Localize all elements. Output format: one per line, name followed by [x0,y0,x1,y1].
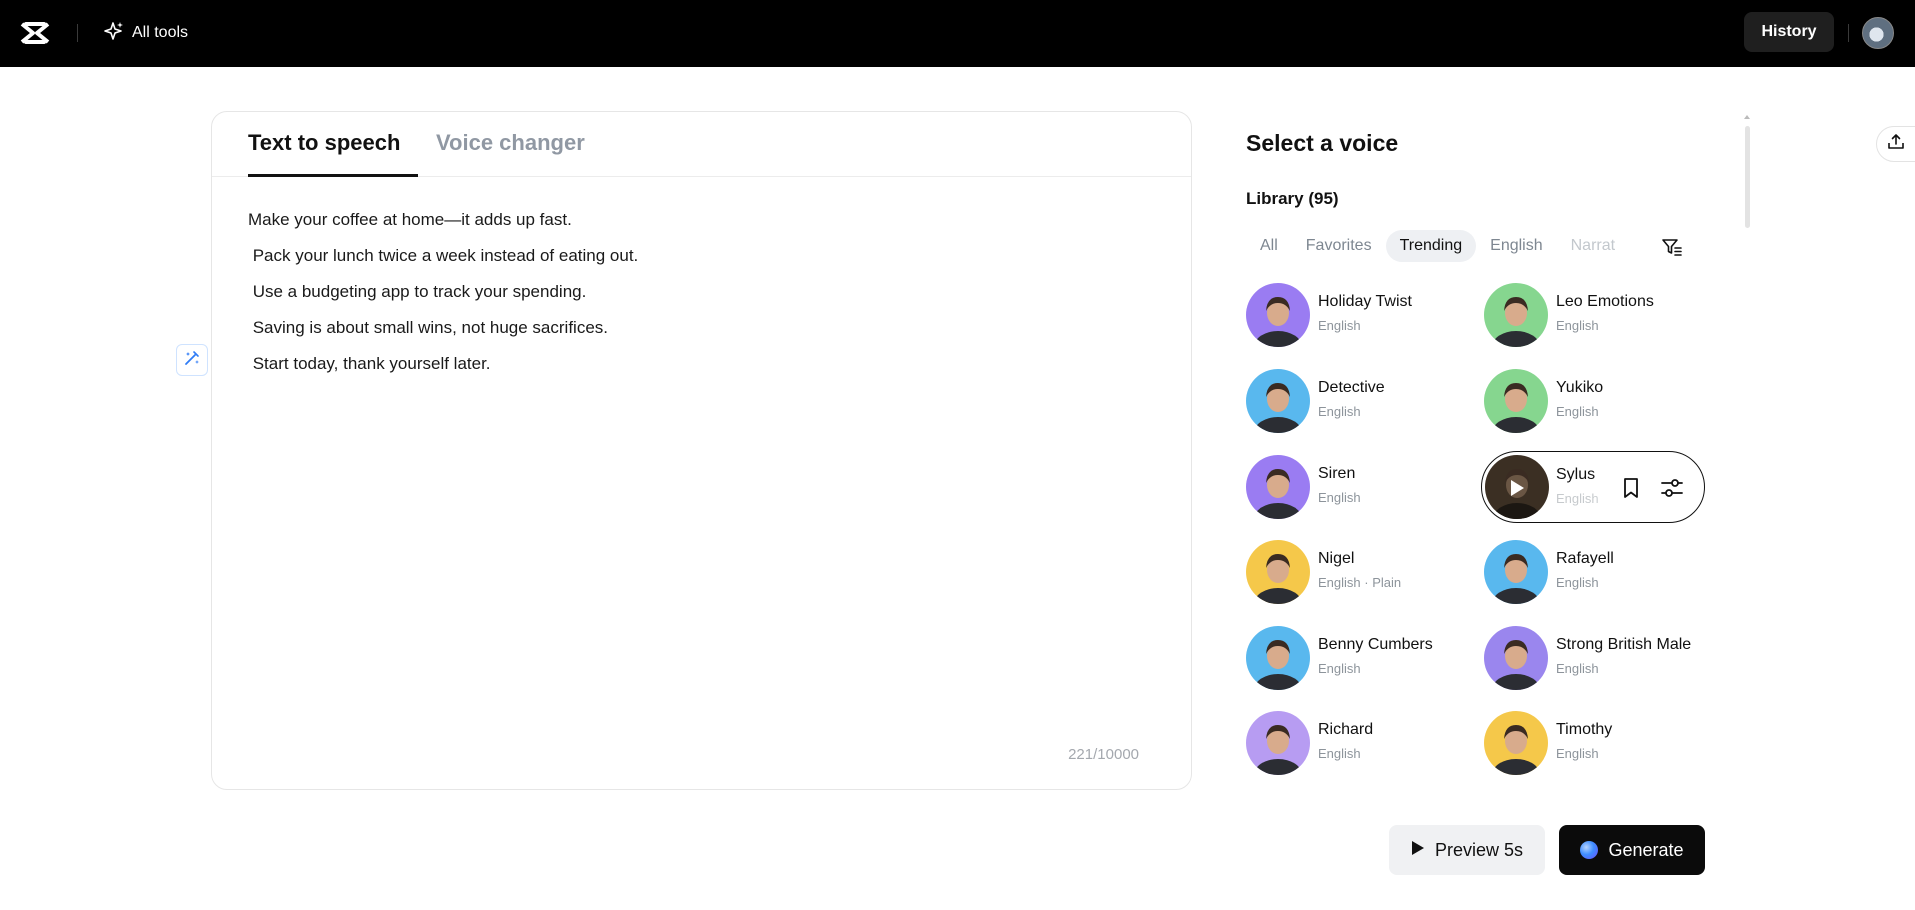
voice-card[interactable]: Yukiko English [1484,369,1714,433]
voice-card[interactable]: Leo Emotions English [1484,283,1714,347]
voice-name: Yukiko [1556,379,1604,396]
scroll-up-arrow-icon[interactable] [1743,113,1751,121]
voice-name: Richard [1318,721,1374,738]
bookmark-icon[interactable] [1618,475,1644,501]
voice-name: Benny Cumbers [1318,636,1433,653]
voice-avatar [1246,711,1310,775]
generate-label: Generate [1608,839,1684,860]
filter-chip-english[interactable]: English [1476,230,1556,262]
filter-chip-trending[interactable]: Trending [1385,230,1477,262]
divider [1848,24,1849,42]
preview-button[interactable]: Preview 5s [1389,825,1545,875]
voice-card[interactable]: Timothy English [1484,711,1714,775]
script-line: Make your coffee at home—it adds up fast… [248,210,572,229]
filter-chip-all[interactable]: All [1246,230,1292,262]
voice-language: English [1318,661,1361,676]
generate-button[interactable]: Generate [1559,825,1705,875]
history-button[interactable]: History [1744,12,1834,52]
voice-name: Nigel [1318,550,1355,567]
script-line: Saving is about small wins, not huge sac… [248,318,609,337]
magic-wand-icon [183,349,201,372]
voice-language: English · Plain [1318,575,1402,590]
voice-avatar [1246,455,1310,519]
script-line: Pack your lunch twice a week instead of … [248,246,639,265]
voice-card[interactable]: Rafayell English [1484,540,1714,604]
voice-card[interactable]: Nigel English · Plain [1246,540,1476,604]
voice-avatar [1484,711,1548,775]
user-avatar[interactable] [1862,17,1894,49]
text-editor-card: Text to speech Voice changer Make your c… [211,111,1192,790]
mode-tabs: Text to speech Voice changer [212,112,1191,177]
divider [77,24,78,42]
filter-chip-favorites[interactable]: Favorites [1292,230,1386,262]
adjust-settings-icon[interactable] [1659,475,1685,501]
top-bar: All tools History [0,0,1915,67]
script-line: Start today, thank yourself later. [248,354,491,373]
voice-avatar [1246,369,1310,433]
voice-language: English [1556,318,1599,333]
voice-card[interactable]: Strong British Male English [1484,626,1714,690]
generate-orb-icon [1580,841,1599,859]
side-export-button[interactable] [1876,126,1915,162]
voice-name: Timothy [1556,721,1613,738]
script-line: Use a budgeting app to track your spendi… [248,282,587,301]
active-tab-indicator [248,174,418,177]
play-icon [1411,840,1425,861]
script-text-area[interactable]: Make your coffee at home—it adds up fast… [248,206,638,386]
voice-card[interactable]: Detective English [1246,369,1476,433]
voice-name: Sylus [1556,466,1596,483]
voice-filter-chips: All Favorites Trending English Narrat [1246,230,1690,262]
capcut-logo-icon[interactable] [20,20,50,46]
voice-avatar [1484,369,1548,433]
voice-avatar [1484,626,1548,690]
voice-card[interactable]: Richard English [1246,711,1476,775]
voice-card[interactable]: Benny Cumbers English [1246,626,1476,690]
voice-language: English [1318,746,1361,761]
voice-language: English [1556,404,1599,419]
voice-name: Rafayell [1556,550,1614,567]
preview-label: Preview 5s [1434,839,1524,860]
all-tools-label: All tools [132,24,189,41]
filter-chip-narration[interactable]: Narrat [1557,230,1629,262]
character-count: 221/10000 [1068,746,1139,763]
voice-card[interactable]: Holiday Twist English [1246,283,1476,347]
voice-language: English [1318,490,1361,505]
tab-voice-changer[interactable]: Voice changer [436,130,585,156]
voice-language: English [1556,575,1599,590]
all-tools-button[interactable]: All tools [104,20,188,46]
voice-avatar [1484,540,1548,604]
voice-language: English [1556,746,1599,761]
voice-name: Siren [1318,465,1356,482]
voice-name: Detective [1318,379,1385,396]
voice-language: English [1556,661,1599,676]
scrollbar-thumb[interactable] [1745,126,1750,228]
select-voice-heading: Select a voice [1246,130,1399,156]
sparkle-icon [104,21,124,46]
voice-card[interactable]: Siren English [1246,455,1476,519]
ai-rewrite-button[interactable] [176,344,208,376]
voice-avatar [1246,626,1310,690]
play-voice-icon[interactable] [1501,473,1531,503]
voice-language: English [1318,318,1361,333]
export-icon [1887,133,1905,156]
library-heading: Library (95) [1246,189,1339,208]
voice-name: Holiday Twist [1318,293,1412,310]
voice-card[interactable]: Sylus English [1481,451,1705,523]
voice-avatar [1484,283,1548,347]
voice-avatar [1246,283,1310,347]
voice-name: Leo Emotions [1556,293,1654,310]
filter-icon[interactable] [1661,236,1683,258]
voice-language: English [1318,404,1361,419]
tab-text-to-speech[interactable]: Text to speech [248,130,400,156]
voice-name: Strong British Male [1556,636,1692,653]
voice-avatar [1246,540,1310,604]
